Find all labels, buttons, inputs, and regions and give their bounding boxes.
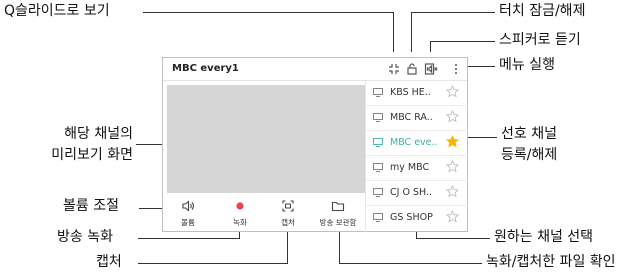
channel-list: KBS HE.. MBC RA.. MBC eve.. my MBC CJ O … — [365, 81, 468, 232]
annotation-favorite-line2: 등록/해제 — [501, 147, 558, 163]
record-label: 녹화 — [233, 218, 247, 227]
channel-name: MBC eve.. — [390, 137, 438, 148]
title-bar: MBC every1 — [163, 58, 467, 81]
capture-icon — [281, 199, 295, 213]
channel-name: MBC RA.. — [390, 112, 433, 123]
archive-button[interactable]: 방송 보관함 — [313, 196, 363, 232]
tv-icon — [373, 88, 383, 97]
channel-name: my MBC — [390, 162, 430, 173]
channel-item[interactable]: my MBC — [366, 156, 468, 181]
annotation-speaker: 스피커로 듣기 — [499, 32, 581, 48]
annotation-select-channel: 원하는 채널 선택 — [494, 229, 594, 245]
star-outline-icon[interactable] — [446, 85, 459, 98]
channel-item[interactable]: CJ O SH.. — [366, 181, 468, 206]
tv-icon — [373, 113, 383, 122]
star-outline-icon[interactable] — [446, 185, 459, 198]
channel-item[interactable]: MBC RA.. — [366, 106, 468, 131]
channel-name: CJ O SH.. — [390, 187, 432, 198]
channel-item-selected[interactable]: MBC eve.. — [366, 131, 468, 156]
channel-item[interactable]: KBS HE.. — [366, 81, 468, 106]
channel-title: MBC every1 — [172, 63, 239, 74]
annotation-favorite: 선호 채널 등록/해제 — [501, 126, 557, 164]
channel-name: GS SHOP — [390, 212, 433, 223]
lock-icon[interactable] — [405, 62, 419, 76]
annotation-preview: 해당 채널의 미리보기 화면 — [30, 126, 133, 164]
tv-icon — [373, 188, 383, 197]
tv-icon — [373, 213, 383, 222]
control-bar: 볼륨 녹화 캡처 방송 보관함 — [163, 196, 365, 232]
record-icon — [233, 199, 247, 213]
channel-preview[interactable] — [167, 85, 365, 193]
annotation-volume: 볼륨 조절 — [63, 198, 119, 214]
capture-label: 캡처 — [281, 218, 295, 227]
star-filled-icon[interactable] — [446, 135, 459, 148]
star-outline-icon[interactable] — [446, 210, 459, 223]
tv-icon — [373, 163, 383, 172]
annotation-record: 방송 녹화 — [57, 229, 113, 245]
folder-icon — [331, 199, 345, 213]
tv-icon — [373, 138, 383, 147]
star-outline-icon[interactable] — [446, 160, 459, 173]
archive-label: 방송 보관함 — [319, 218, 357, 227]
star-outline-icon[interactable] — [446, 110, 459, 123]
annotation-capture: 캡처 — [96, 254, 122, 270]
more-menu-icon[interactable] — [449, 62, 463, 76]
volume-label: 볼륨 — [181, 218, 195, 227]
channel-name: KBS HE.. — [390, 87, 431, 98]
qslide-window: MBC every1 볼륨 녹화 캡처 방송 보관함 KBS HE.. MBC … — [162, 57, 468, 232]
annotation-favorite-line1: 선호 채널 — [501, 126, 557, 142]
annotation-check-files: 녹화/캡처한 파일 확인 — [486, 254, 616, 270]
speaker-icon — [181, 199, 195, 213]
volume-button[interactable]: 볼륨 — [163, 196, 213, 232]
annotation-menu: 메뉴 실행 — [499, 57, 555, 73]
annotation-touch-lock: 터치 잠금/해제 — [499, 3, 586, 19]
record-button[interactable]: 녹화 — [215, 196, 265, 232]
annotation-quick-view: Q슬라이드로 보기 — [4, 3, 110, 19]
channel-item[interactable]: GS SHOP — [366, 206, 468, 231]
annotation-preview-line1: 해당 채널의 — [64, 126, 133, 142]
qslide-icon[interactable] — [387, 62, 401, 76]
annotation-preview-line2: 미리보기 화면 — [51, 147, 133, 163]
speaker-mute-icon[interactable] — [424, 62, 438, 76]
capture-button[interactable]: 캡처 — [263, 196, 313, 232]
